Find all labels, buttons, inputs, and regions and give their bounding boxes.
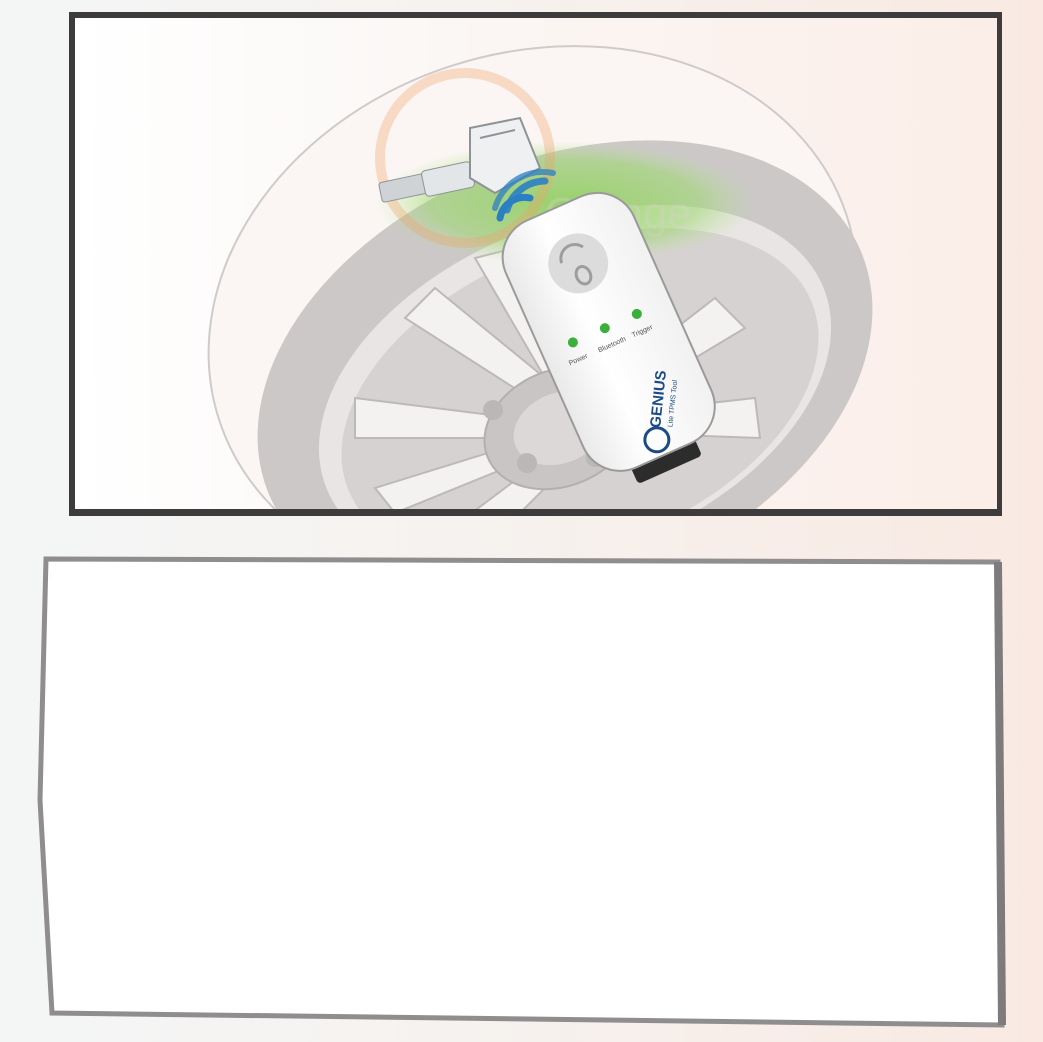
tire-tpms-illustration: Orange Electronic Power Bluet [207, 45, 873, 509]
illustration-frame: Orange Electronic Power Bluet [69, 12, 1002, 516]
blank-panel [37, 556, 1005, 1028]
